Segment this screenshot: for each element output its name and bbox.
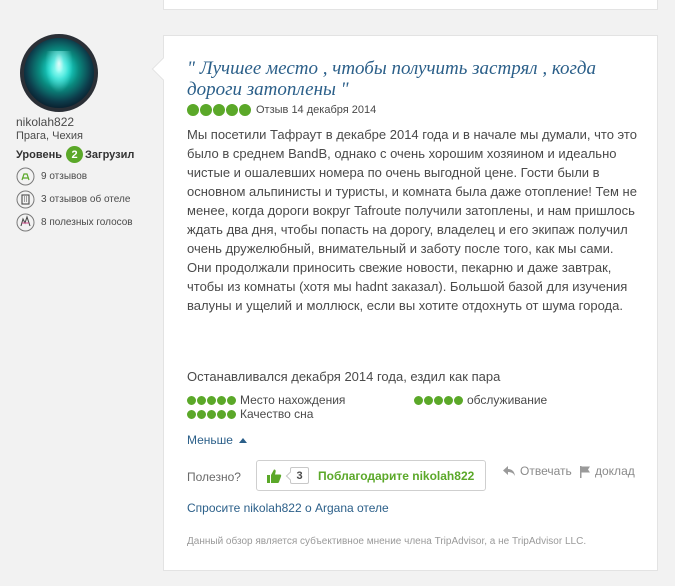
rating-bubble: [226, 104, 238, 116]
thumbs-up-icon: [16, 213, 35, 232]
subrating-sleep-quality: Качество сна: [187, 407, 313, 421]
stat-reviews-text: 9 отзывов: [41, 171, 88, 182]
subrating-bubbles: [414, 395, 464, 405]
thumbs-up-icon: [267, 469, 282, 483]
avatar[interactable]: [20, 34, 98, 112]
stay-info: Останавливался декабря 2014 года, ездил …: [187, 369, 501, 384]
report-label[interactable]: доклад: [595, 464, 635, 478]
disclaimer: Данный обзор является субъективное мнени…: [187, 536, 587, 547]
reviewer-location: Прага, Чехия: [16, 130, 83, 142]
report-button[interactable]: доклад: [579, 464, 635, 478]
helpful-label: Полезно?: [187, 470, 241, 484]
reviewer-level: Уровень 2 Загрузил: [16, 146, 156, 163]
stat-helpful-votes: 8 полезных голосов: [16, 213, 156, 232]
review-card: " Лучшее место , чтобы получить застрял …: [151, 35, 658, 571]
hotel-icon: [16, 190, 35, 209]
subrating-bubbles: [187, 395, 237, 405]
reply-button[interactable]: Отвечать: [502, 464, 572, 478]
stat-hotel-reviews: 3 отзывов об отеле: [16, 190, 156, 209]
thank-reviewer-button[interactable]: 3 Поблагодарите nikolah822: [256, 460, 486, 491]
subrating-service: обслуживание: [414, 393, 547, 407]
rating-bubble: [239, 104, 251, 116]
rating-bubble: [213, 104, 225, 116]
subrating-label: Место нахождения: [240, 393, 346, 407]
subrating-location: Место нахождения: [187, 393, 345, 407]
stat-hotel-reviews-text: 3 отзывов об отеле: [41, 194, 131, 205]
stat-reviews: 9 отзывов: [16, 167, 156, 186]
thank-count: 3: [290, 467, 309, 484]
level-label: Уровень: [16, 148, 63, 161]
ask-reviewer-link[interactable]: Спросите nikolah822 о Argana отеле: [187, 501, 389, 515]
previous-review-card: [163, 0, 658, 10]
rating-bubble: [187, 104, 199, 116]
level-suffix: Загрузил: [85, 148, 135, 161]
reviewer-profile: nikolah822 Прага, Чехия Уровень 2 Загруз…: [16, 34, 156, 232]
level-badge: 2: [66, 146, 84, 163]
review-body: Мы посетили Тафраут в декабре 2014 года …: [187, 127, 637, 313]
rating-bubble: [200, 104, 212, 116]
caret-up-icon: [238, 437, 247, 443]
review-date: Отзыв 14 декабря 2014: [256, 104, 377, 116]
rating-bubbles: [187, 104, 252, 116]
reply-icon: [503, 466, 515, 476]
reply-label[interactable]: Отвечать: [520, 464, 572, 478]
less-label[interactable]: Меньше: [187, 433, 233, 447]
less-toggle[interactable]: Меньше: [187, 433, 247, 447]
reviewer-username[interactable]: nikolah822: [16, 115, 156, 129]
thank-label[interactable]: Поблагодарите nikolah822: [318, 469, 474, 483]
subrating-label: обслуживание: [467, 393, 548, 407]
flag-icon: [580, 465, 590, 478]
stat-helpful-votes-text: 8 полезных голосов: [41, 217, 133, 228]
pencil-icon: [16, 167, 35, 186]
subrating-bubbles: [187, 409, 237, 419]
review-title[interactable]: " Лучшее место , чтобы получить застрял …: [187, 58, 642, 100]
subrating-label: Качество сна: [240, 407, 314, 421]
review-rating-line: Отзыв 14 декабря 2014: [187, 104, 376, 116]
